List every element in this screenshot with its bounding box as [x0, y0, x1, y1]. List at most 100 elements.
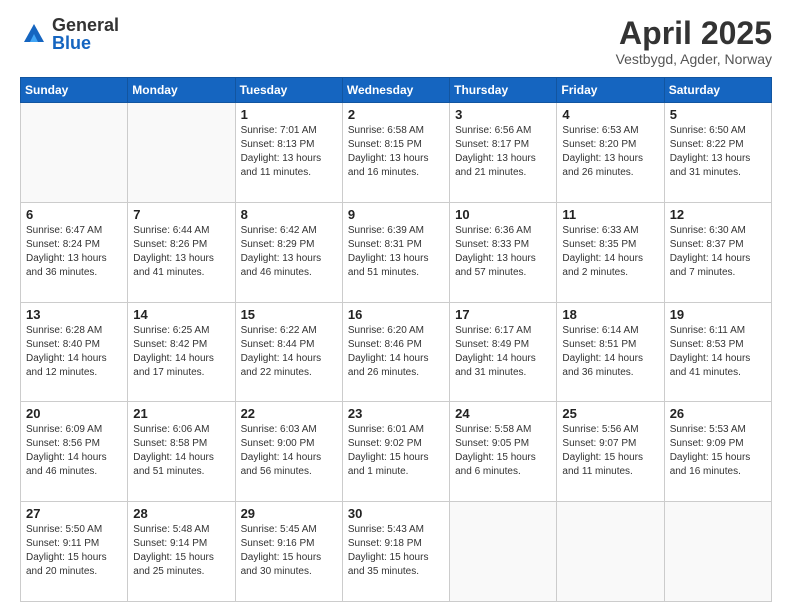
day-number: 12 [670, 207, 766, 222]
day-number: 7 [133, 207, 229, 222]
day-info: Sunrise: 6:11 AMSunset: 8:53 PMDaylight:… [670, 324, 766, 380]
table-row: 27 Sunrise: 5:50 AMSunset: 9:11 PMDayligh… [21, 502, 128, 602]
table-row: 10Sunrise: 6:36 AMSunset: 8:33 PMDayligh… [450, 202, 557, 302]
day-info: Sunrise: 5:53 AMSunset: 9:09 PMDaylight:… [670, 423, 766, 479]
day-number: 25 [562, 406, 658, 421]
day-number: 21 [133, 406, 229, 421]
day-number: 8 [241, 207, 337, 222]
table-row: 11Sunrise: 6:33 AMSunset: 8:35 PMDayligh… [557, 202, 664, 302]
day-number: 19 [670, 307, 766, 322]
table-row: 18 Sunrise: 6:14 AMSunset: 8:51 PMDayligh… [557, 302, 664, 402]
day-number: 2 [348, 107, 444, 122]
table-row: 23 Sunrise: 6:01 AMSunset: 9:02 PMDayligh… [342, 402, 449, 502]
day-number: 6 [26, 207, 122, 222]
title-block: April 2025 Vestbygd, Agder, Norway [616, 16, 772, 67]
day-number: 22 [241, 406, 337, 421]
table-row: 9Sunrise: 6:39 AMSunset: 8:31 PMDaylight… [342, 202, 449, 302]
table-row: 15 Sunrise: 6:22 AMSunset: 8:44 PMDayligh… [235, 302, 342, 402]
table-row: 22 Sunrise: 6:03 AMSunset: 9:00 PMDayligh… [235, 402, 342, 502]
logo-blue: Blue [52, 34, 119, 52]
day-info: Sunrise: 6:56 AMSunset: 8:17 PMDaylight:… [455, 124, 551, 180]
header-wednesday: Wednesday [342, 78, 449, 103]
day-number: 27 [26, 506, 122, 521]
weekday-header-row: Sunday Monday Tuesday Wednesday Thursday… [21, 78, 772, 103]
day-number: 24 [455, 406, 551, 421]
day-number: 15 [241, 307, 337, 322]
header: General Blue April 2025 Vestbygd, Agder,… [20, 16, 772, 67]
day-number: 30 [348, 506, 444, 521]
table-row: 21 Sunrise: 6:06 AMSunset: 8:58 PMDayligh… [128, 402, 235, 502]
calendar-week-row: 20 Sunrise: 6:09 AMSunset: 8:56 PMDayligh… [21, 402, 772, 502]
location: Vestbygd, Agder, Norway [616, 51, 772, 67]
table-row: 3Sunrise: 6:56 AMSunset: 8:17 PMDaylight… [450, 103, 557, 203]
calendar-week-row: 13 Sunrise: 6:28 AMSunset: 8:40 PMDayligh… [21, 302, 772, 402]
header-thursday: Thursday [450, 78, 557, 103]
day-info: Sunrise: 6:53 AMSunset: 8:20 PMDaylight:… [562, 124, 658, 180]
day-number: 1 [241, 107, 337, 122]
day-info: Sunrise: 6:20 AMSunset: 8:46 PMDaylight:… [348, 324, 444, 380]
day-info: Sunrise: 7:01 AMSunset: 8:13 PMDaylight:… [241, 124, 337, 180]
day-number: 16 [348, 307, 444, 322]
table-row: 17Sunrise: 6:17 AMSunset: 8:49 PMDayligh… [450, 302, 557, 402]
day-info: Sunrise: 6:58 AMSunset: 8:15 PMDaylight:… [348, 124, 444, 180]
day-info: Sunrise: 5:45 AMSunset: 9:16 PMDaylight:… [241, 523, 337, 579]
logo-icon [20, 20, 48, 48]
day-info: Sunrise: 5:43 AMSunset: 9:18 PMDaylight:… [348, 523, 444, 579]
day-info: Sunrise: 6:25 AMSunset: 8:42 PMDaylight:… [133, 324, 229, 380]
table-row: 4 Sunrise: 6:53 AMSunset: 8:20 PMDaylight… [557, 103, 664, 203]
day-info: Sunrise: 6:09 AMSunset: 8:56 PMDaylight:… [26, 423, 122, 479]
day-info: Sunrise: 6:22 AMSunset: 8:44 PMDaylight:… [241, 324, 337, 380]
calendar-week-row: 1 Sunrise: 7:01 AMSunset: 8:13 PMDaylight… [21, 103, 772, 203]
header-saturday: Saturday [664, 78, 771, 103]
day-number: 10 [455, 207, 551, 222]
table-row: 2 Sunrise: 6:58 AMSunset: 8:15 PMDaylight… [342, 103, 449, 203]
table-row: 24 Sunrise: 5:58 AMSunset: 9:05 PMDayligh… [450, 402, 557, 502]
header-tuesday: Tuesday [235, 78, 342, 103]
day-number: 13 [26, 307, 122, 322]
day-info: Sunrise: 6:14 AMSunset: 8:51 PMDaylight:… [562, 324, 658, 380]
logo-general: General [52, 16, 119, 34]
table-row: 5Sunrise: 6:50 AMSunset: 8:22 PMDaylight… [664, 103, 771, 203]
table-row: 7 Sunrise: 6:44 AMSunset: 8:26 PMDaylight… [128, 202, 235, 302]
table-row: 12 Sunrise: 6:30 AMSunset: 8:37 PMDayligh… [664, 202, 771, 302]
day-info: Sunrise: 5:50 AMSunset: 9:11 PMDaylight:… [26, 523, 122, 579]
day-info: Sunrise: 6:06 AMSunset: 8:58 PMDaylight:… [133, 423, 229, 479]
table-row: 14 Sunrise: 6:25 AMSunset: 8:42 PMDayligh… [128, 302, 235, 402]
day-info: Sunrise: 5:58 AMSunset: 9:05 PMDaylight:… [455, 423, 551, 479]
day-number: 11 [562, 207, 658, 222]
day-number: 20 [26, 406, 122, 421]
table-row: 1 Sunrise: 7:01 AMSunset: 8:13 PMDaylight… [235, 103, 342, 203]
header-sunday: Sunday [21, 78, 128, 103]
table-row: 13 Sunrise: 6:28 AMSunset: 8:40 PMDayligh… [21, 302, 128, 402]
day-info: Sunrise: 5:56 AMSunset: 9:07 PMDaylight:… [562, 423, 658, 479]
day-info: Sunrise: 6:28 AMSunset: 8:40 PMDaylight:… [26, 324, 122, 380]
table-row: 25 Sunrise: 5:56 AMSunset: 9:07 PMDayligh… [557, 402, 664, 502]
day-info: Sunrise: 5:48 AMSunset: 9:14 PMDaylight:… [133, 523, 229, 579]
day-number: 9 [348, 207, 444, 222]
table-row [664, 502, 771, 602]
month-title: April 2025 [616, 16, 772, 51]
day-number: 18 [562, 307, 658, 322]
table-row: 6Sunrise: 6:47 AMSunset: 8:24 PMDaylight… [21, 202, 128, 302]
day-info: Sunrise: 6:03 AMSunset: 9:00 PMDaylight:… [241, 423, 337, 479]
logo-text: General Blue [52, 16, 119, 52]
calendar-table: Sunday Monday Tuesday Wednesday Thursday… [20, 77, 772, 602]
table-row: 16 Sunrise: 6:20 AMSunset: 8:46 PMDayligh… [342, 302, 449, 402]
page: General Blue April 2025 Vestbygd, Agder,… [0, 0, 792, 612]
table-row: 29Sunrise: 5:45 AMSunset: 9:16 PMDayligh… [235, 502, 342, 602]
day-info: Sunrise: 6:44 AMSunset: 8:26 PMDaylight:… [133, 224, 229, 280]
logo: General Blue [20, 16, 119, 52]
table-row [21, 103, 128, 203]
table-row: 20 Sunrise: 6:09 AMSunset: 8:56 PMDayligh… [21, 402, 128, 502]
day-info: Sunrise: 6:01 AMSunset: 9:02 PMDaylight:… [348, 423, 444, 479]
day-number: 4 [562, 107, 658, 122]
calendar-week-row: 27 Sunrise: 5:50 AMSunset: 9:11 PMDayligh… [21, 502, 772, 602]
day-number: 26 [670, 406, 766, 421]
table-row: 19 Sunrise: 6:11 AMSunset: 8:53 PMDayligh… [664, 302, 771, 402]
day-number: 23 [348, 406, 444, 421]
day-number: 14 [133, 307, 229, 322]
day-info: Sunrise: 6:50 AMSunset: 8:22 PMDaylight:… [670, 124, 766, 180]
table-row [128, 103, 235, 203]
header-monday: Monday [128, 78, 235, 103]
day-info: Sunrise: 6:30 AMSunset: 8:37 PMDaylight:… [670, 224, 766, 280]
